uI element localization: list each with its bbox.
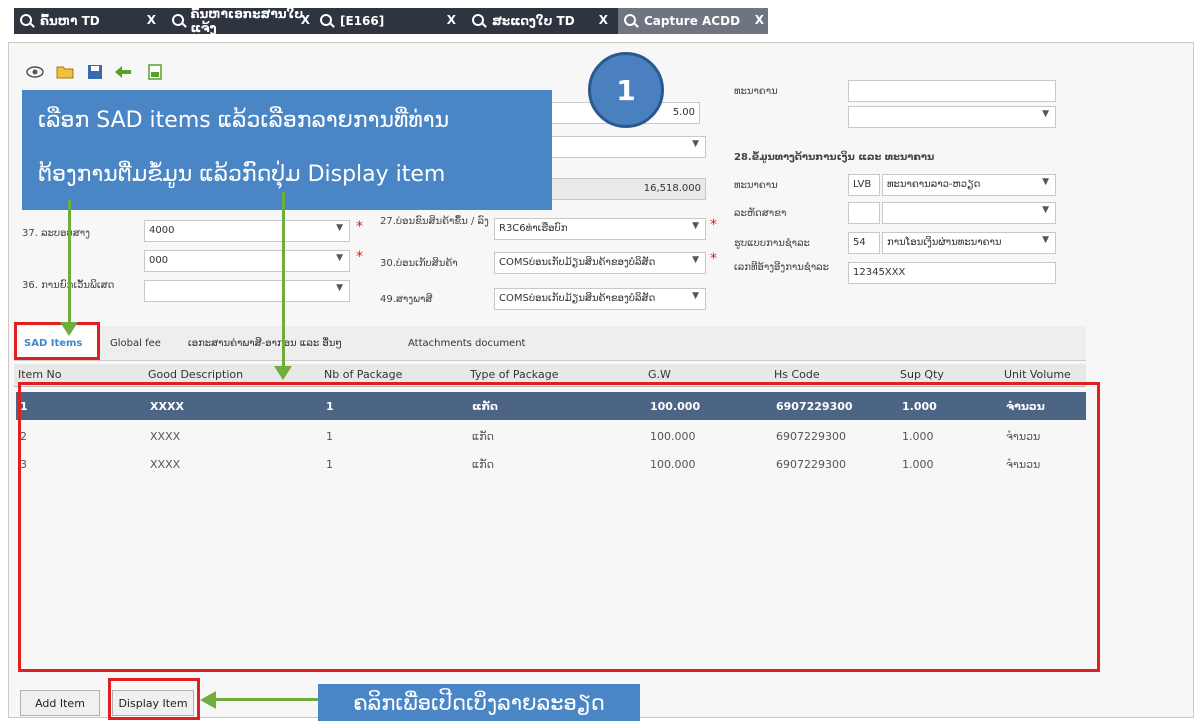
- chevron-down-icon: ▼: [692, 291, 699, 301]
- tab-global-fee[interactable]: Global fee: [102, 326, 178, 360]
- required-marker: *: [356, 219, 363, 235]
- branch-label: ລະຫັດສາຂາ: [734, 208, 787, 219]
- instruction-line-2: ຕ້ອງການຕື່ມຂໍ້ມູນ ແລ້ວກົດປຸ່ມ Display it…: [38, 162, 446, 187]
- tab-attachments[interactable]: Attachments document: [400, 326, 550, 360]
- tab-label: ສະແດງໃບ TD: [492, 14, 575, 28]
- back-arrow-icon[interactable]: [114, 64, 132, 80]
- search-icon: [320, 14, 334, 28]
- pointer-line-3: [214, 698, 320, 701]
- arrow-down-icon: [274, 366, 292, 380]
- f30-value: COMSບ່ອນເກັບມ້ຽນສິນຄ້າຂອງບໍລິສັດ: [499, 257, 656, 268]
- f37b-select[interactable]: 000 ▼: [144, 250, 350, 272]
- branch-code-field[interactable]: [848, 202, 880, 224]
- search-icon: [624, 14, 638, 28]
- close-icon[interactable]: X: [599, 13, 608, 27]
- document-icon[interactable]: [146, 64, 164, 80]
- f49-label: 49.ສາງພາສີ: [380, 294, 433, 305]
- bank-name: ທະນາຄານລາວ-ຫວຽດ: [887, 179, 981, 190]
- chevron-down-icon: ▼: [336, 253, 343, 263]
- chevron-down-icon: ▼: [336, 223, 343, 233]
- sad-items-highlight: [14, 322, 100, 360]
- right-top-label: ທະນາຄານ: [734, 86, 778, 97]
- search-icon: [472, 14, 486, 28]
- ref-field[interactable]: 12345XXX: [848, 262, 1056, 284]
- search-icon: [172, 14, 185, 28]
- chevron-down-icon: ▼: [692, 139, 699, 149]
- section-28-label: 28.ຂໍ້ມູນທາງດ້ານການເງິນ ແລະ ທະນາຄານ: [734, 152, 935, 163]
- col-hs-code: Hs Code: [774, 368, 820, 381]
- payment-select[interactable]: ການໂອນເງິນຜ່ານທະນາຄານ ▼: [882, 232, 1056, 254]
- f27-value: R3C6ທ່າເຮືອບົກ: [499, 223, 568, 234]
- step-marker: 1: [588, 52, 664, 128]
- bottom-callout: ຄລິກເພື່ອເປີດເບິ່ງລາຍລະອຽດ: [318, 684, 640, 721]
- chevron-down-icon: ▼: [1042, 205, 1049, 215]
- ref-label: ເລກທີອ້າງອີງການຊໍາລະ: [734, 262, 829, 273]
- col-good-description: Good Description: [148, 368, 244, 381]
- required-marker: *: [710, 251, 717, 267]
- instruction-line-1: ເລືອກ SAD items ແລ້ວເລືອກລາຍການທີ່ທ່ານ: [38, 108, 450, 133]
- table-highlight: [18, 382, 1100, 672]
- search-icon: [20, 14, 34, 28]
- right-top-field[interactable]: [848, 80, 1056, 102]
- f30-label: 30.ບ່ອນເກັບສິນຄ້າ: [380, 258, 458, 269]
- f27-select[interactable]: R3C6ທ່າເຮືອບົກ ▼: [494, 218, 706, 240]
- branch-select[interactable]: ▼: [882, 202, 1056, 224]
- chevron-down-icon: ▼: [1042, 177, 1049, 187]
- f37b-value: 000: [149, 255, 169, 266]
- tab-label: [E166]: [340, 14, 385, 28]
- chevron-down-icon: ▼: [1042, 109, 1049, 119]
- display-item-highlight: [108, 678, 200, 720]
- bank-label: ທະນາຄານ: [734, 180, 778, 191]
- view-icon[interactable]: [26, 64, 44, 80]
- tab-capture-acdd[interactable]: Capture ACDD X: [618, 8, 768, 34]
- close-icon[interactable]: X: [447, 13, 456, 27]
- tab-label: Capture ACDD: [644, 14, 741, 28]
- payment-label: ຮູບແບບການຊໍາລະ: [734, 238, 810, 249]
- chevron-down-icon: ▼: [336, 283, 343, 293]
- pointer-line-1: [68, 200, 71, 330]
- tab-tax-documents[interactable]: ເອກະສານຄ່າພາສີ-ອາກອນ ແລະ ອື່ນໆ: [180, 326, 398, 360]
- close-icon[interactable]: X: [301, 13, 310, 27]
- payment-name: ການໂອນເງິນຜ່ານທະນາຄານ: [887, 237, 1002, 248]
- col-nb-package: Nb of Package: [324, 368, 403, 381]
- instruction-callout: ເລືອກ SAD items ແລ້ວເລືອກລາຍການທີ່ທ່ານ ຕ…: [22, 90, 552, 210]
- tab-label: ຄົ້ນຫາເອກະສານໃບແຈ້ງ: [190, 7, 304, 35]
- chevron-down-icon: ▼: [1042, 235, 1049, 245]
- open-folder-icon[interactable]: [56, 64, 74, 80]
- f37-label: 37. ລະບອບສາງ: [22, 228, 90, 239]
- bank-select[interactable]: ທະນາຄານລາວ-ຫວຽດ ▼: [882, 174, 1056, 196]
- f36-select[interactable]: ▼: [144, 280, 350, 302]
- tab-search-td[interactable]: ຄົ້ນຫາ TD X: [14, 8, 166, 34]
- required-marker: *: [356, 249, 363, 265]
- chevron-down-icon: ▼: [692, 255, 699, 265]
- tab-label: ຄົ້ນຫາ TD: [40, 14, 100, 28]
- f49-select[interactable]: COMSບ່ອນເກັບມ້ຽນສິນຄ້າຂອງບໍລິສັດ ▼: [494, 288, 706, 310]
- arrow-left-icon: [200, 691, 216, 709]
- f27-label: 27.ບ່ອນຂົນສິນຄ້າຂຶ້ນ / ລົງ: [380, 216, 489, 227]
- pointer-line-2: [282, 192, 285, 370]
- col-unit-volume: Unit Volume: [1004, 368, 1071, 381]
- payment-code-field[interactable]: 54: [848, 232, 880, 254]
- close-icon[interactable]: X: [755, 13, 764, 27]
- f37-select[interactable]: 4000 ▼: [144, 220, 350, 242]
- bank-code-field[interactable]: LVB: [848, 174, 880, 196]
- right-select-1[interactable]: ▼: [848, 106, 1056, 128]
- tab-show-td[interactable]: ສະແດງໃບ TD X: [466, 8, 618, 34]
- f36-label: 36. ການຍົກເວັ້ນພິເສດ: [22, 280, 115, 291]
- tab-search-documents[interactable]: ຄົ້ນຫາເອກະສານໃບແຈ້ງ X: [166, 7, 314, 35]
- required-marker: *: [710, 217, 717, 233]
- f37-value: 4000: [149, 225, 175, 236]
- f49-value: COMSບ່ອນເກັບມ້ຽນສິນຄ້າຂອງບໍລິສັດ: [499, 293, 656, 304]
- tab-e166[interactable]: [E166] X: [314, 8, 466, 34]
- arrow-down-icon: [60, 322, 78, 336]
- f30-select[interactable]: COMSບ່ອນເກັບມ້ຽນສິນຄ້າຂອງບໍລິສັດ ▼: [494, 252, 706, 274]
- col-gw: G.W: [648, 368, 671, 381]
- chevron-down-icon: ▼: [692, 221, 699, 231]
- col-sup-qty: Sup Qty: [900, 368, 944, 381]
- col-type-package: Type of Package: [470, 368, 559, 381]
- close-icon[interactable]: X: [147, 13, 156, 27]
- col-item-no: Item No: [18, 368, 62, 381]
- add-item-button[interactable]: Add Item: [20, 690, 100, 716]
- save-icon[interactable]: [86, 64, 104, 80]
